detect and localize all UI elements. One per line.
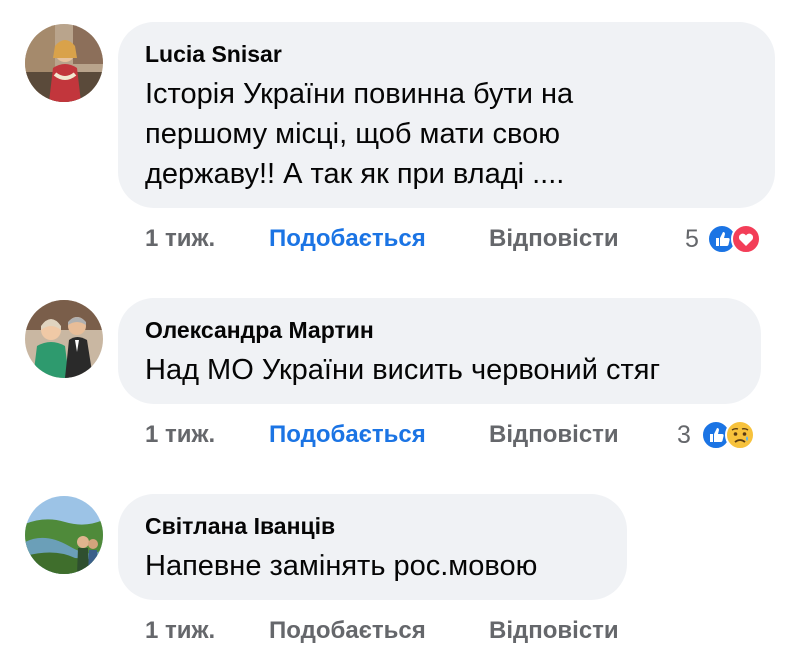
like-button[interactable]: Подобається bbox=[269, 418, 426, 452]
comment-bubble: Lucia Snisar Історія України повинна бут… bbox=[118, 22, 775, 208]
reaction-count: 3 bbox=[677, 421, 691, 449]
comment-time[interactable]: 1 тиж. bbox=[145, 614, 215, 648]
comment-text: Над МО України висить червоний стяг bbox=[145, 354, 661, 386]
reactions-summary[interactable]: 5 bbox=[685, 222, 785, 256]
comment-author[interactable]: Олександра Мартин bbox=[145, 316, 733, 344]
reply-button[interactable]: Відповісти bbox=[489, 614, 619, 648]
reply-button[interactable]: Відповісти bbox=[489, 222, 619, 256]
comment-bubble: Олександра Мартин Над МО України висить … bbox=[118, 298, 761, 404]
comment-time[interactable]: 1 тиж. bbox=[145, 222, 215, 256]
comment-author[interactable]: Світлана Іванців bbox=[145, 512, 599, 540]
avatar[interactable] bbox=[25, 496, 103, 574]
like-button[interactable]: Подобається bbox=[269, 614, 426, 648]
reaction-count: 5 bbox=[685, 225, 699, 253]
comment-actions: 1 тиж. Подобається Відповісти 5 bbox=[145, 222, 785, 256]
comment-actions: 1 тиж. Подобається Відповісти bbox=[145, 614, 785, 648]
comment-author[interactable]: Lucia Snisar bbox=[145, 40, 747, 68]
avatar[interactable] bbox=[25, 300, 103, 378]
love-icon bbox=[731, 224, 761, 254]
reactions-summary[interactable]: 3 bbox=[677, 418, 777, 452]
comment-actions: 1 тиж. Подобається Відповісти 3 bbox=[145, 418, 785, 452]
avatar[interactable] bbox=[25, 24, 103, 102]
sad-icon bbox=[725, 420, 755, 450]
comment-text: Історія України повинна бути на першому … bbox=[145, 78, 574, 190]
like-button[interactable]: Подобається bbox=[269, 222, 426, 256]
comment-time[interactable]: 1 тиж. bbox=[145, 418, 215, 452]
reply-button[interactable]: Відповісти bbox=[489, 418, 619, 452]
comment-text: Напевне замінять рос.мовою bbox=[145, 550, 538, 582]
comment-bubble: Світлана Іванців Напевне замінять рос.мо… bbox=[118, 494, 627, 600]
